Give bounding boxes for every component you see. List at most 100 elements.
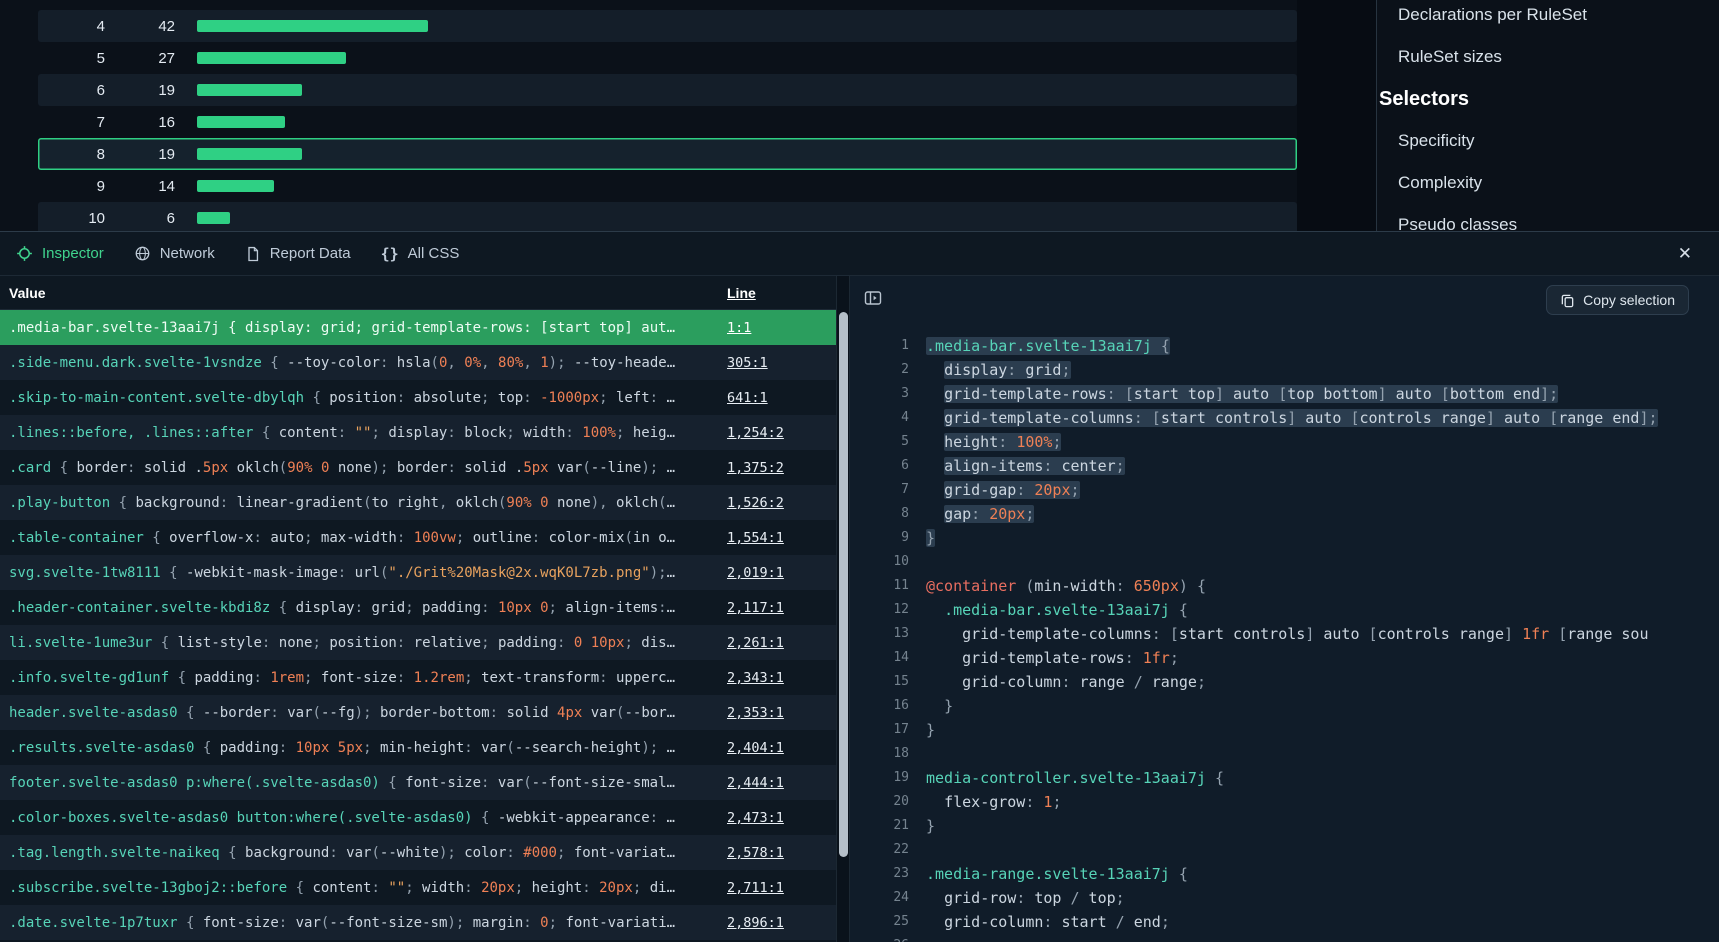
chart-row-8[interactable]: 819: [38, 138, 1297, 170]
rule-row[interactable]: header.svelte-asdas0 { --border: var(--f…: [0, 695, 836, 730]
nav-heading-selectors[interactable]: Selectors: [1379, 78, 1719, 120]
rule-row[interactable]: .media-bar.svelte-13aai7j { display: gri…: [0, 310, 836, 345]
ruleset-size-chart: 442527619716819914106: [0, 0, 1297, 231]
code-line: 13 grid-template-columns: [start control…: [850, 622, 1719, 646]
rule-row[interactable]: .table-container { overflow-x: auto; max…: [0, 520, 836, 555]
rule-row[interactable]: .lines::before, .lines::after { content:…: [0, 415, 836, 450]
line-number: 22: [850, 838, 909, 862]
code-line: 9}: [850, 526, 1719, 550]
nav-item-specificity[interactable]: Specificity: [1379, 120, 1719, 162]
code-line: 14 grid-template-rows: 1fr;: [850, 646, 1719, 670]
line-link[interactable]: 305:1: [727, 355, 768, 371]
tab-network[interactable]: Network: [134, 245, 215, 262]
line-link[interactable]: 2,117:1: [727, 600, 784, 616]
chart-row-10[interactable]: 106: [38, 202, 1297, 231]
all-css-icon: {}: [381, 245, 399, 263]
line-link[interactable]: 2,896:1: [727, 915, 784, 931]
copy-selection-button[interactable]: Copy selection: [1546, 285, 1689, 315]
tab-label: Network: [160, 245, 215, 262]
rule-row[interactable]: .color-boxes.svelte-asdas0 button:where(…: [0, 800, 836, 835]
rule-row[interactable]: .header-container.svelte-kbdi8z { displa…: [0, 590, 836, 625]
line-link[interactable]: 2,711:1: [727, 880, 784, 896]
rule-row[interactable]: .skip-to-main-content.svelte-dbylqh { po…: [0, 380, 836, 415]
tab-label: Report Data: [270, 245, 351, 262]
line-link[interactable]: 1,526:2: [727, 495, 784, 511]
line-number: 4: [850, 406, 909, 430]
scrollbar-thumb[interactable]: [839, 312, 848, 857]
line-link[interactable]: 2,343:1: [727, 670, 784, 686]
line-number: 7: [850, 478, 909, 502]
rule-row[interactable]: .results.svelte-asdas0 { padding: 10px 5…: [0, 730, 836, 765]
chart-row-4[interactable]: 442: [38, 10, 1297, 42]
line-link[interactable]: 2,019:1: [727, 565, 784, 581]
nav-item-declarations-per-ruleset[interactable]: Declarations per RuleSet: [1379, 0, 1719, 36]
rule-value: .lines::before, .lines::after { content:…: [9, 425, 721, 441]
line-link[interactable]: 1,375:2: [727, 460, 784, 476]
column-header-line[interactable]: Line: [727, 285, 756, 301]
chart-row-7[interactable]: 716: [38, 106, 1297, 138]
line-number: 10: [850, 550, 909, 574]
line-number: 23: [850, 862, 909, 886]
count-bar: [197, 212, 230, 224]
line-link[interactable]: 2,261:1: [727, 635, 784, 651]
tab-inspector[interactable]: Inspector: [16, 245, 104, 262]
chart-row-6[interactable]: 619: [38, 74, 1297, 106]
rule-row[interactable]: .date.svelte-1p7tuxr { font-size: var(--…: [0, 905, 836, 940]
rule-row[interactable]: .side-menu.dark.svelte-1vsndze { --toy-c…: [0, 345, 836, 380]
code-line: 20 flex-grow: 1;: [850, 790, 1719, 814]
report-nav-list: Declarations per RuleSetRuleSet sizesSel…: [1379, 0, 1719, 231]
code-line: 10: [850, 550, 1719, 574]
line-link[interactable]: 1,554:1: [727, 530, 784, 546]
table-scrollbar[interactable]: [836, 276, 850, 942]
rule-table: Value Line .media-bar.svelte-13aai7j { d…: [0, 276, 836, 942]
chart-row-9[interactable]: 914: [38, 170, 1297, 202]
rule-row[interactable]: footer.svelte-asdas0 p:where(.svelte-asd…: [0, 765, 836, 800]
line-link[interactable]: 2,353:1: [727, 705, 784, 721]
line-link[interactable]: 2,473:1: [727, 810, 784, 826]
tab-all-css[interactable]: {}All CSS: [381, 245, 460, 263]
rule-value: .header-container.svelte-kbdi8z { displa…: [9, 600, 721, 616]
rule-value: .skip-to-main-content.svelte-dbylqh { po…: [9, 390, 721, 406]
copy-icon: [1560, 293, 1575, 308]
code-line: 21}: [850, 814, 1719, 838]
bucket-label: 8: [38, 146, 105, 163]
code-line: 6 align-items: center;: [850, 454, 1719, 478]
count-label: 19: [105, 82, 175, 99]
panel-toggle-button[interactable]: [864, 289, 882, 312]
line-link[interactable]: 1:1: [727, 320, 751, 336]
line-number: 21: [850, 814, 909, 838]
code-line: 12 .media-bar.svelte-13aai7j {: [850, 598, 1719, 622]
line-number: 15: [850, 670, 909, 694]
rule-row[interactable]: .tag.length.svelte-naikeq { background: …: [0, 835, 836, 870]
rule-value: li.svelte-1ume3ur { list-style: none; po…: [9, 635, 721, 651]
rule-row[interactable]: svg.svelte-1tw8111 { -webkit-mask-image:…: [0, 555, 836, 590]
code-line: 3 grid-template-rows: [start top] auto […: [850, 382, 1719, 406]
report-view: 442527619716819914106 Declarations per R…: [0, 0, 1719, 231]
code-line: 2 display: grid;: [850, 358, 1719, 382]
rule-table-body: .media-bar.svelte-13aai7j { display: gri…: [0, 310, 836, 942]
code-line: 19media-controller.svelte-13aai7j {: [850, 766, 1719, 790]
rule-row[interactable]: .subscribe.svelte-13gboj2::before { cont…: [0, 870, 836, 905]
nav-item-pseudo-classes[interactable]: Pseudo classes: [1379, 204, 1719, 231]
rule-row[interactable]: .info.svelte-gd1unf { padding: 1rem; fon…: [0, 660, 836, 695]
close-button[interactable]: [1678, 244, 1692, 264]
line-link[interactable]: 641:1: [727, 390, 768, 406]
tab-report-data[interactable]: Report Data: [245, 245, 351, 262]
line-link[interactable]: 2,578:1: [727, 845, 784, 861]
nav-item-complexity[interactable]: Complexity: [1379, 162, 1719, 204]
code-line: 25 grid-column: start / end;: [850, 910, 1719, 934]
code-view[interactable]: 1.media-bar.svelte-13aai7j {2 display: g…: [850, 324, 1719, 942]
line-link[interactable]: 1,254:2: [727, 425, 784, 441]
chart-row-5[interactable]: 527: [38, 42, 1297, 74]
nav-item-ruleset-sizes[interactable]: RuleSet sizes: [1379, 36, 1719, 78]
rule-row[interactable]: .card { border: solid .5px oklch(90% 0 n…: [0, 450, 836, 485]
line-link[interactable]: 2,404:1: [727, 740, 784, 756]
inspector-panel: Inspector Network Report Data {}All CSS Val…: [0, 231, 1719, 942]
bucket-label: 5: [38, 50, 105, 67]
line-link[interactable]: 2,444:1: [727, 775, 784, 791]
line-number: 8: [850, 502, 909, 526]
count-bar: [197, 148, 302, 160]
rule-row[interactable]: .play-button { background: linear-gradie…: [0, 485, 836, 520]
rule-row[interactable]: li.svelte-1ume3ur { list-style: none; po…: [0, 625, 836, 660]
rule-value: .info.svelte-gd1unf { padding: 1rem; fon…: [9, 670, 721, 686]
